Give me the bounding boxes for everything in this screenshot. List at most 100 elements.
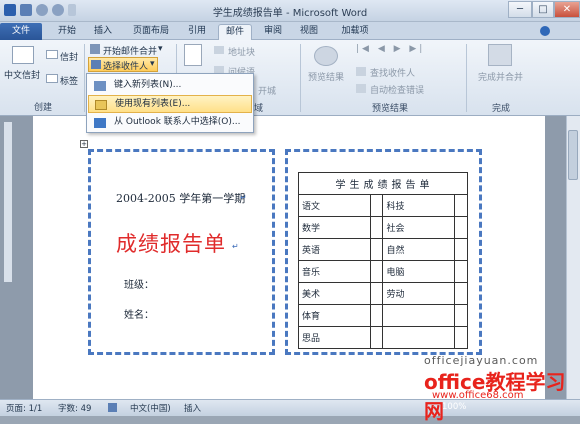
vertical-ruler	[4, 122, 12, 282]
table-row: 思品	[298, 326, 469, 349]
group-create-label: 创建	[34, 103, 53, 113]
subject-cell[interactable]: 语文	[298, 194, 371, 217]
ribbon-tab-bar	[0, 22, 580, 40]
undo-icon[interactable]	[36, 4, 48, 16]
find-recipient-button[interactable]: 查找收件人	[370, 66, 415, 79]
tab-review[interactable]: 审阅	[258, 24, 288, 40]
preview-results-button[interactable]: 预览结果	[308, 70, 344, 83]
proofing-icon[interactable]	[108, 403, 117, 412]
tab-page-layout[interactable]: 页面布局	[126, 24, 176, 40]
semester-text: 2004-2005 学年第一学期	[116, 192, 246, 205]
subject-cell[interactable]: 体育	[298, 304, 371, 327]
grade-cell[interactable]	[453, 304, 469, 327]
tab-mailings[interactable]: 邮件	[218, 24, 252, 40]
redo-icon[interactable]	[52, 4, 64, 16]
new-list-icon	[94, 81, 106, 91]
grade-cell[interactable]	[453, 326, 469, 349]
tab-view[interactable]: 视图	[294, 24, 324, 40]
grade-cell[interactable]	[369, 326, 384, 349]
subject-cell[interactable]: 思品	[298, 326, 371, 349]
record-navigation[interactable]: |◀ ◀ ▶ ▶|	[356, 44, 425, 54]
ribbon-separator	[84, 44, 85, 112]
grade-cell[interactable]	[369, 238, 384, 261]
grade-cell[interactable]	[453, 260, 469, 283]
address-block-button[interactable]: 地址块	[228, 45, 255, 58]
grade-cell[interactable]	[453, 216, 469, 239]
grade-cell[interactable]	[369, 194, 384, 217]
ribbon-separator	[300, 44, 301, 112]
labels-button[interactable]: 标签	[60, 74, 78, 87]
address-block-icon	[214, 46, 224, 54]
name-label: 姓名：	[124, 310, 154, 321]
subject-cell[interactable]: 劳动	[382, 282, 455, 305]
window-title: 学生成绩报告单 - Microsoft Word	[212, 8, 368, 19]
subject-cell[interactable]: 数学	[298, 216, 371, 239]
auto-check-icon	[356, 84, 366, 93]
tab-references[interactable]: 引用	[182, 24, 212, 40]
table-row: 语文 科技	[298, 194, 469, 217]
highlight-fields-icon	[184, 44, 202, 66]
subject-cell[interactable]: 音乐	[298, 260, 371, 283]
labels-icon	[46, 74, 58, 83]
page-count[interactable]: 页面: 1/1	[6, 402, 42, 414]
grade-cell[interactable]	[369, 304, 384, 327]
ribbon-separator	[466, 44, 467, 112]
subject-cell[interactable]: 科技	[382, 194, 455, 217]
report-title: 成绩报告单	[116, 232, 226, 256]
start-merge-button[interactable]: 开始邮件合并	[103, 44, 157, 57]
grade-cell[interactable]	[453, 238, 469, 261]
subject-cell[interactable]: 英语	[298, 238, 371, 261]
tab-insert[interactable]: 插入	[88, 24, 118, 40]
envelope-button[interactable]: 信封	[60, 50, 78, 63]
save-icon[interactable]	[20, 4, 32, 16]
tab-file[interactable]: 文件	[0, 23, 42, 40]
subject-cell[interactable]: 自然	[382, 238, 455, 261]
grade-cell[interactable]	[369, 282, 384, 305]
word-count[interactable]: 字数: 49	[58, 402, 91, 414]
subject-cell[interactable]: 社会	[382, 216, 455, 239]
table-row: 数学 社会	[298, 216, 469, 239]
finish-merge-icon	[488, 44, 512, 66]
menu-item-label: 使用现有列表(E)...	[115, 99, 191, 109]
grade-cell[interactable]	[369, 216, 384, 239]
menu-item-outlook-contacts[interactable]: 从 Outlook 联系人中选择(O)...	[88, 114, 252, 132]
rules-button[interactable]: 开城	[258, 84, 276, 97]
auto-check-errors-button[interactable]: 自动检查错误	[370, 83, 424, 96]
close-button[interactable]: ✕	[554, 1, 580, 18]
table-row: 美术 劳动	[298, 282, 469, 305]
table-row: 体育	[298, 304, 469, 327]
word-app-icon[interactable]	[4, 4, 16, 16]
group-preview-label: 预览结果	[372, 104, 409, 114]
start-merge-icon	[90, 44, 100, 54]
group-write-insert-label: 域	[254, 104, 264, 114]
outlook-icon	[94, 118, 106, 128]
minimize-button[interactable]: ─	[508, 1, 532, 18]
table-row: 英语 自然	[298, 238, 469, 261]
maximize-button[interactable]: □	[532, 1, 554, 18]
insert-mode[interactable]: 插入	[184, 402, 201, 414]
class-label: 班级：	[124, 280, 154, 291]
customize-qat-icon[interactable]	[68, 4, 76, 16]
grade-table[interactable]: 学生成绩报告单 语文 科技 数学 社会 英语 自然 音乐 电脑 美术 劳动 体育 思品	[298, 172, 469, 349]
table-header: 学生成绩报告单	[298, 172, 468, 195]
language-indicator[interactable]: 中文(中国)	[130, 402, 171, 414]
subject-cell[interactable]	[382, 304, 455, 327]
help-icon[interactable]	[540, 26, 550, 36]
subject-cell[interactable]	[382, 326, 455, 349]
tab-home[interactable]: 开始	[52, 24, 82, 40]
envelope-icon	[46, 50, 58, 59]
grade-cell[interactable]	[453, 194, 469, 217]
grade-cell[interactable]	[369, 260, 384, 283]
finish-merge-button[interactable]: 完成并合并	[478, 70, 523, 83]
tab-addins[interactable]: 加载项	[334, 24, 376, 40]
chevron-down-icon: ▾	[150, 59, 155, 69]
grade-cell[interactable]	[453, 282, 469, 305]
menu-item-type-new-list[interactable]: 键入新列表(N)...	[88, 77, 252, 95]
menu-item-use-existing-list[interactable]: 使用现有列表(E)...	[88, 95, 252, 113]
subject-cell[interactable]: 美术	[298, 282, 371, 305]
subject-cell[interactable]: 电脑	[382, 260, 455, 283]
chinese-envelope-button[interactable]: 中文信封	[4, 68, 40, 81]
scrollbar-thumb[interactable]	[568, 130, 578, 180]
menu-item-label: 从 Outlook 联系人中选择(O)...	[114, 117, 241, 127]
table-move-handle[interactable]: +	[80, 140, 88, 148]
